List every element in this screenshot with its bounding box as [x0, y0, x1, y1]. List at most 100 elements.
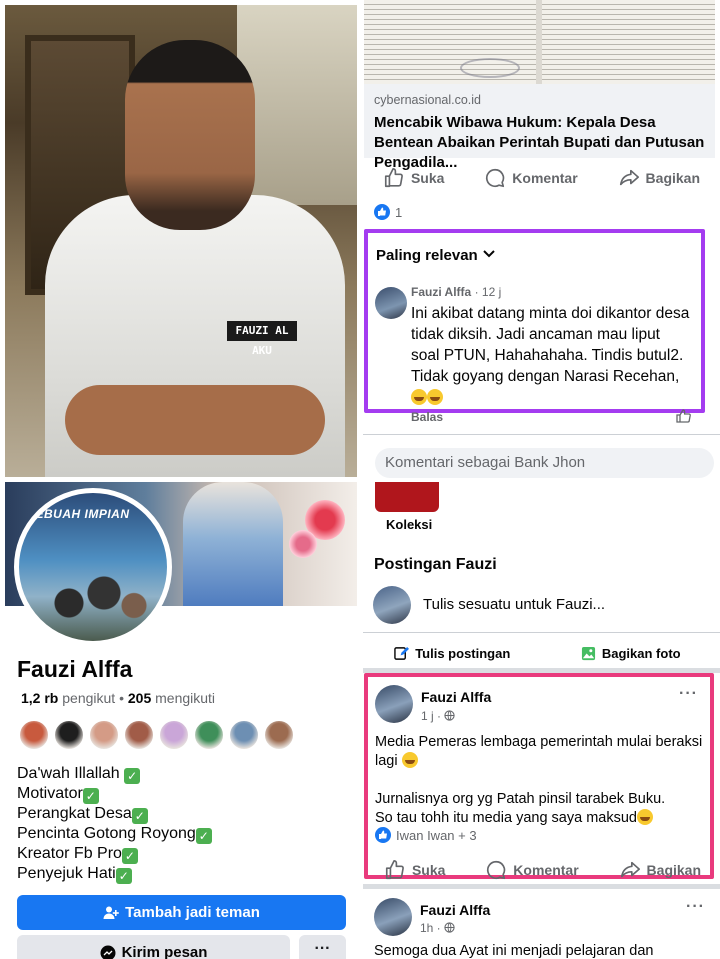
- followers-count[interactable]: 1,2 rb: [21, 690, 58, 706]
- mutual-friends-row: [18, 719, 295, 751]
- post-line-1-text: Media Pemeras lembaga pemerintah mulai b…: [375, 734, 703, 769]
- like-label: Suka: [410, 170, 445, 186]
- bio-line: Kreator Fb Pro ✓: [17, 844, 212, 864]
- check-mark-icon: ✓: [124, 768, 141, 784]
- thumbs-up-icon: [384, 168, 403, 188]
- post-actions: Suka Komentar Bagikan: [363, 158, 720, 198]
- share-photo-button[interactable]: Bagikan foto: [542, 638, 720, 668]
- bio-line-text: Da'wah Illallah: [17, 765, 120, 782]
- divider: [363, 434, 720, 435]
- friend-avatar[interactable]: [263, 719, 295, 751]
- photo-window: [237, 5, 357, 205]
- post-text: Semoga dua Ayat ini menjadi pelajaran da…: [374, 943, 654, 959]
- post-line-2: Jurnalisnya org yg Patah pinsil tarabek …: [375, 791, 666, 807]
- post-author-name[interactable]: Fauzi Alffa: [421, 689, 491, 705]
- comment-button[interactable]: Komentar: [484, 167, 578, 189]
- posts-section-title: Postingan Fauzi: [374, 556, 497, 573]
- post-reaction-summary[interactable]: Iwan Iwan + 3: [375, 827, 477, 843]
- write-post-button[interactable]: Tulis postingan: [363, 638, 542, 668]
- friend-avatar[interactable]: [123, 719, 155, 751]
- commenter-name[interactable]: Fauzi Alffa: [411, 285, 471, 299]
- send-message-label: Kirim pesan: [121, 944, 208, 959]
- friend-avatar[interactable]: [158, 719, 190, 751]
- post-options-button[interactable]: ···: [679, 685, 698, 703]
- post-author-avatar[interactable]: [375, 685, 413, 723]
- link-domain: cybernasional.co.id: [374, 93, 482, 107]
- photo-nametag: FAUZI AL AKU: [227, 321, 297, 357]
- commenter-avatar[interactable]: [375, 287, 407, 319]
- comment-time: · 12 j: [474, 285, 502, 299]
- bio-line-text: Perangkat Desa: [17, 805, 132, 822]
- viewer-avatar[interactable]: [373, 586, 411, 624]
- like-label: Suka: [411, 862, 446, 878]
- followers-label: pengikut: [62, 690, 116, 706]
- bio-line-text: Motivator: [17, 785, 83, 802]
- friend-avatar[interactable]: [193, 719, 225, 751]
- thumbs-up-icon: [385, 860, 404, 880]
- post-author-name[interactable]: Fauzi Alffa: [420, 902, 490, 918]
- grin-emoji-icon: [401, 752, 418, 768]
- avatar-people: [49, 573, 149, 623]
- link-preview-image[interactable]: [364, 0, 715, 84]
- collection-label[interactable]: Koleksi: [386, 517, 432, 532]
- collection-thumbnail[interactable]: [375, 482, 439, 512]
- post-line-3-text: So tau tohh itu media yang saya maksud: [375, 810, 637, 826]
- friend-avatar[interactable]: [53, 719, 85, 751]
- stats-separator: •: [119, 690, 128, 706]
- post-line-1: Media Pemeras lembaga pemerintah mulai b…: [375, 733, 705, 771]
- share-button[interactable]: Bagikan: [619, 859, 701, 881]
- comment-input[interactable]: Komentari sebagai Bank Jhon: [375, 448, 714, 478]
- like-reaction-icon: [374, 204, 390, 220]
- comment-sort-dropdown[interactable]: Paling relevan: [376, 247, 496, 264]
- globe-icon: [444, 922, 455, 933]
- add-friend-label: Tambah jadi teman: [125, 904, 260, 921]
- photo-arm: [65, 385, 325, 455]
- cover-flower-2: [289, 530, 317, 558]
- link-preview[interactable]: cybernasional.co.id Mencabik Wibawa Huku…: [364, 84, 715, 171]
- friend-avatar[interactable]: [88, 719, 120, 751]
- share-button[interactable]: Bagikan: [618, 167, 700, 189]
- more-button[interactable]: ···: [299, 935, 346, 959]
- friend-avatar[interactable]: [228, 719, 260, 751]
- write-post-prompt[interactable]: Tulis sesuatu untuk Fauzi...: [423, 596, 605, 613]
- grin-emoji-icon: [636, 809, 653, 825]
- share-photo-label: Bagikan foto: [601, 645, 681, 661]
- bio-line: Pencinta Gotong Royong ✓: [17, 824, 212, 844]
- friend-avatar[interactable]: [18, 719, 50, 751]
- share-label: Bagikan: [646, 862, 702, 878]
- post-time[interactable]: 1h ·: [420, 921, 441, 935]
- composer-actions: Tulis postingan Bagikan foto: [363, 638, 720, 668]
- bio-line: Perangkat Desa ✓: [17, 804, 212, 824]
- reaction-summary[interactable]: 1: [374, 204, 402, 220]
- like-button[interactable]: Suka: [383, 167, 444, 189]
- reply-button[interactable]: Balas: [411, 410, 443, 424]
- share-icon: [620, 861, 640, 878]
- profile-avatar[interactable]: SEBUAH IMPIAN: [14, 488, 172, 646]
- bio-line-text: Kreator Fb Pro: [17, 845, 122, 862]
- pencil-icon: [394, 646, 410, 660]
- post-meta: 1 j ·: [421, 709, 455, 723]
- profile-panel: FAUZI AL AKU SEBUAH IMPIAN Fauzi Alffa 1…: [0, 0, 360, 959]
- bio-line: Penyejuk Hati ✓: [17, 864, 212, 884]
- check-mark-icon: ✓: [121, 848, 138, 864]
- follow-stats: 1,2 rb pengikut • 205 mengikuti: [21, 690, 215, 706]
- post-options-button[interactable]: ···: [686, 898, 705, 916]
- following-count[interactable]: 205: [128, 690, 151, 706]
- profile-name: Fauzi Alffa: [17, 656, 133, 682]
- like-button[interactable]: Suka: [384, 859, 445, 881]
- send-message-button[interactable]: Kirim pesan: [17, 935, 290, 959]
- comment-button[interactable]: Komentar: [485, 859, 579, 881]
- add-friend-button[interactable]: Tambah jadi teman: [17, 895, 346, 930]
- globe-icon: [444, 710, 455, 721]
- post-time[interactable]: 1 j ·: [421, 709, 441, 723]
- post-line-3: So tau tohh itu media yang saya maksud: [375, 809, 705, 828]
- profile-bio: Da'wah Illallah ✓ Motivator ✓ Perangkat Des…: [17, 764, 212, 884]
- divider: [363, 632, 720, 633]
- bio-line-text: Pencinta Gotong Royong: [17, 825, 196, 842]
- comment-header: Fauzi Alffa · 12 j: [411, 285, 501, 299]
- laughing-emoji-icon: [427, 389, 443, 405]
- post-author-avatar[interactable]: [374, 898, 412, 936]
- add-friend-icon: [103, 906, 119, 919]
- profile-photo[interactable]: FAUZI AL AKU: [5, 5, 357, 477]
- comment-like-icon[interactable]: [676, 409, 692, 423]
